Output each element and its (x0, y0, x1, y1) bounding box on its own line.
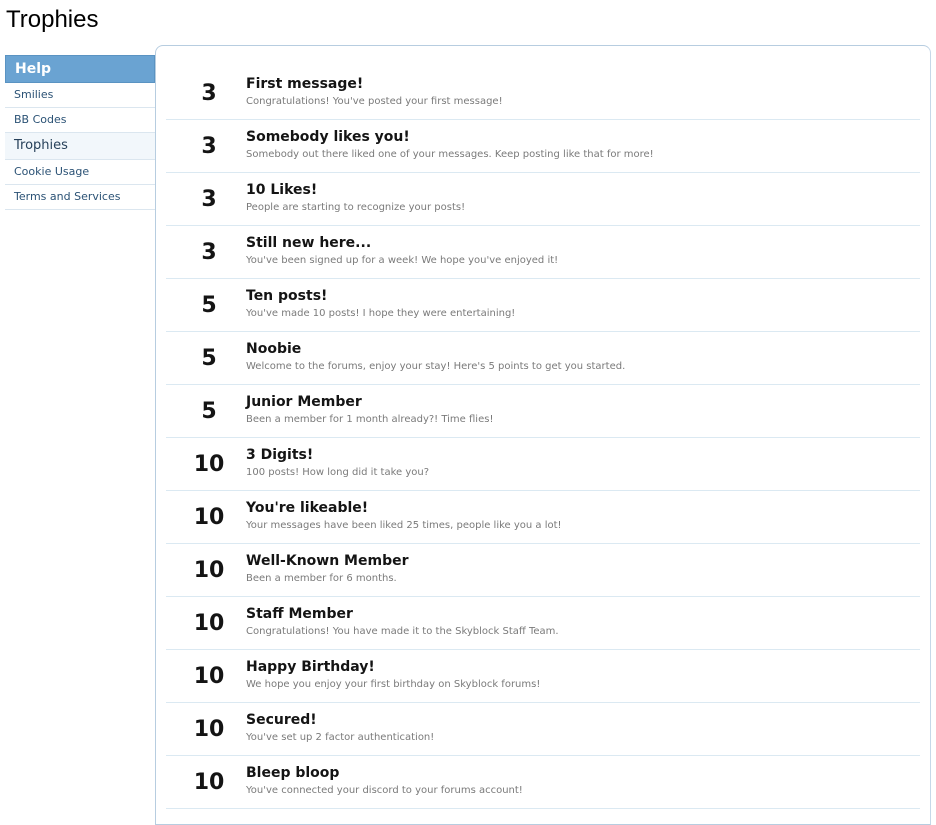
trophy-title: Ten posts! (246, 288, 328, 304)
trophy-row: 10 Staff Member Congratulations! You hav… (166, 597, 920, 650)
trophy-description: You've been signed up for a week! We hop… (246, 255, 559, 266)
help-sidebar: Help Smilies BB Codes Trophies Cookie Us… (5, 55, 155, 210)
sidebar-item-smilies[interactable]: Smilies (5, 83, 155, 108)
trophy-title: 10 Likes! (246, 182, 318, 198)
trophy-title: Happy Birthday! (246, 659, 375, 675)
trophy-row: 10 You're likeable! Your messages have b… (166, 491, 920, 544)
trophy-points: 10 (193, 717, 225, 742)
trophy-title: First message! (246, 76, 364, 92)
trophy-description: 100 posts! How long did it take you? (246, 467, 430, 478)
trophy-title: 3 Digits! (246, 447, 314, 463)
trophy-row: 3 Somebody likes you! Somebody out there… (166, 120, 920, 173)
trophy-points: 10 (193, 664, 225, 689)
trophy-title: Junior Member (246, 394, 362, 410)
trophy-description: Been a member for 6 months. (246, 573, 397, 584)
trophy-description: You've set up 2 factor authentication! (246, 732, 435, 743)
sidebar-header-help[interactable]: Help (5, 55, 155, 83)
trophy-points: 10 (193, 452, 225, 477)
trophy-points: 10 (193, 505, 225, 530)
trophy-title: Somebody likes you! (246, 129, 410, 145)
trophy-row: 10 Secured! You've set up 2 factor authe… (166, 703, 920, 756)
trophy-points: 10 (193, 558, 225, 583)
trophy-title: You're likeable! (246, 500, 369, 516)
trophy-description: Welcome to the forums, enjoy your stay! … (246, 361, 626, 372)
trophy-description: People are starting to recognize your po… (246, 202, 466, 213)
trophy-points: 10 (193, 770, 225, 795)
trophy-points: 5 (201, 346, 217, 371)
trophy-row: 10 Well-Known Member Been a member for 6… (166, 544, 920, 597)
trophy-points: 3 (201, 134, 217, 159)
trophy-list: 3 First message! Congratulations! You've… (166, 67, 920, 809)
trophy-row: 10 Happy Birthday! We hope you enjoy you… (166, 650, 920, 703)
page-title: Trophies (6, 6, 99, 33)
trophy-description: You've made 10 posts! I hope they were e… (246, 308, 516, 319)
trophy-title: Noobie (246, 341, 302, 357)
sidebar-item-trophies[interactable]: Trophies (5, 133, 155, 160)
trophy-title: Secured! (246, 712, 317, 728)
trophy-row: 5 Noobie Welcome to the forums, enjoy yo… (166, 332, 920, 385)
sidebar-item-cookie-usage[interactable]: Cookie Usage (5, 160, 155, 185)
trophy-points: 3 (201, 187, 217, 212)
trophy-title: Staff Member (246, 606, 353, 622)
trophy-row: 3 Still new here... You've been signed u… (166, 226, 920, 279)
sidebar-item-terms-and-services[interactable]: Terms and Services (5, 185, 155, 210)
sidebar-item-bb-codes[interactable]: BB Codes (5, 108, 155, 133)
trophy-row: 10 3 Digits! 100 posts! How long did it … (166, 438, 920, 491)
trophy-row: 5 Junior Member Been a member for 1 mont… (166, 385, 920, 438)
trophy-row: 3 10 Likes! People are starting to recog… (166, 173, 920, 226)
trophy-description: Your messages have been liked 25 times, … (246, 520, 562, 531)
trophy-description: Congratulations! You've posted your firs… (246, 96, 503, 107)
trophy-row: 10 Bleep bloop You've connected your dis… (166, 756, 920, 809)
trophy-points: 3 (201, 240, 217, 265)
trophy-title: Well-Known Member (246, 553, 409, 569)
trophy-row: 5 Ten posts! You've made 10 posts! I hop… (166, 279, 920, 332)
trophy-description: Somebody out there liked one of your mes… (246, 149, 654, 160)
trophy-title: Still new here... (246, 235, 372, 251)
trophy-description: Been a member for 1 month already?! Time… (246, 414, 494, 425)
trophy-row: 3 First message! Congratulations! You've… (166, 67, 920, 120)
trophy-points: 5 (201, 399, 217, 424)
trophy-points: 5 (201, 293, 217, 318)
trophy-points: 10 (193, 611, 225, 636)
trophy-content-panel: 3 First message! Congratulations! You've… (155, 45, 931, 825)
trophy-description: You've connected your discord to your fo… (246, 785, 523, 796)
trophy-description: We hope you enjoy your first birthday on… (246, 679, 541, 690)
trophy-description: Congratulations! You have made it to the… (246, 626, 559, 637)
trophy-title: Bleep bloop (246, 765, 340, 781)
sidebar-list: Smilies BB Codes Trophies Cookie Usage T… (5, 83, 155, 210)
trophy-points: 3 (201, 81, 217, 106)
